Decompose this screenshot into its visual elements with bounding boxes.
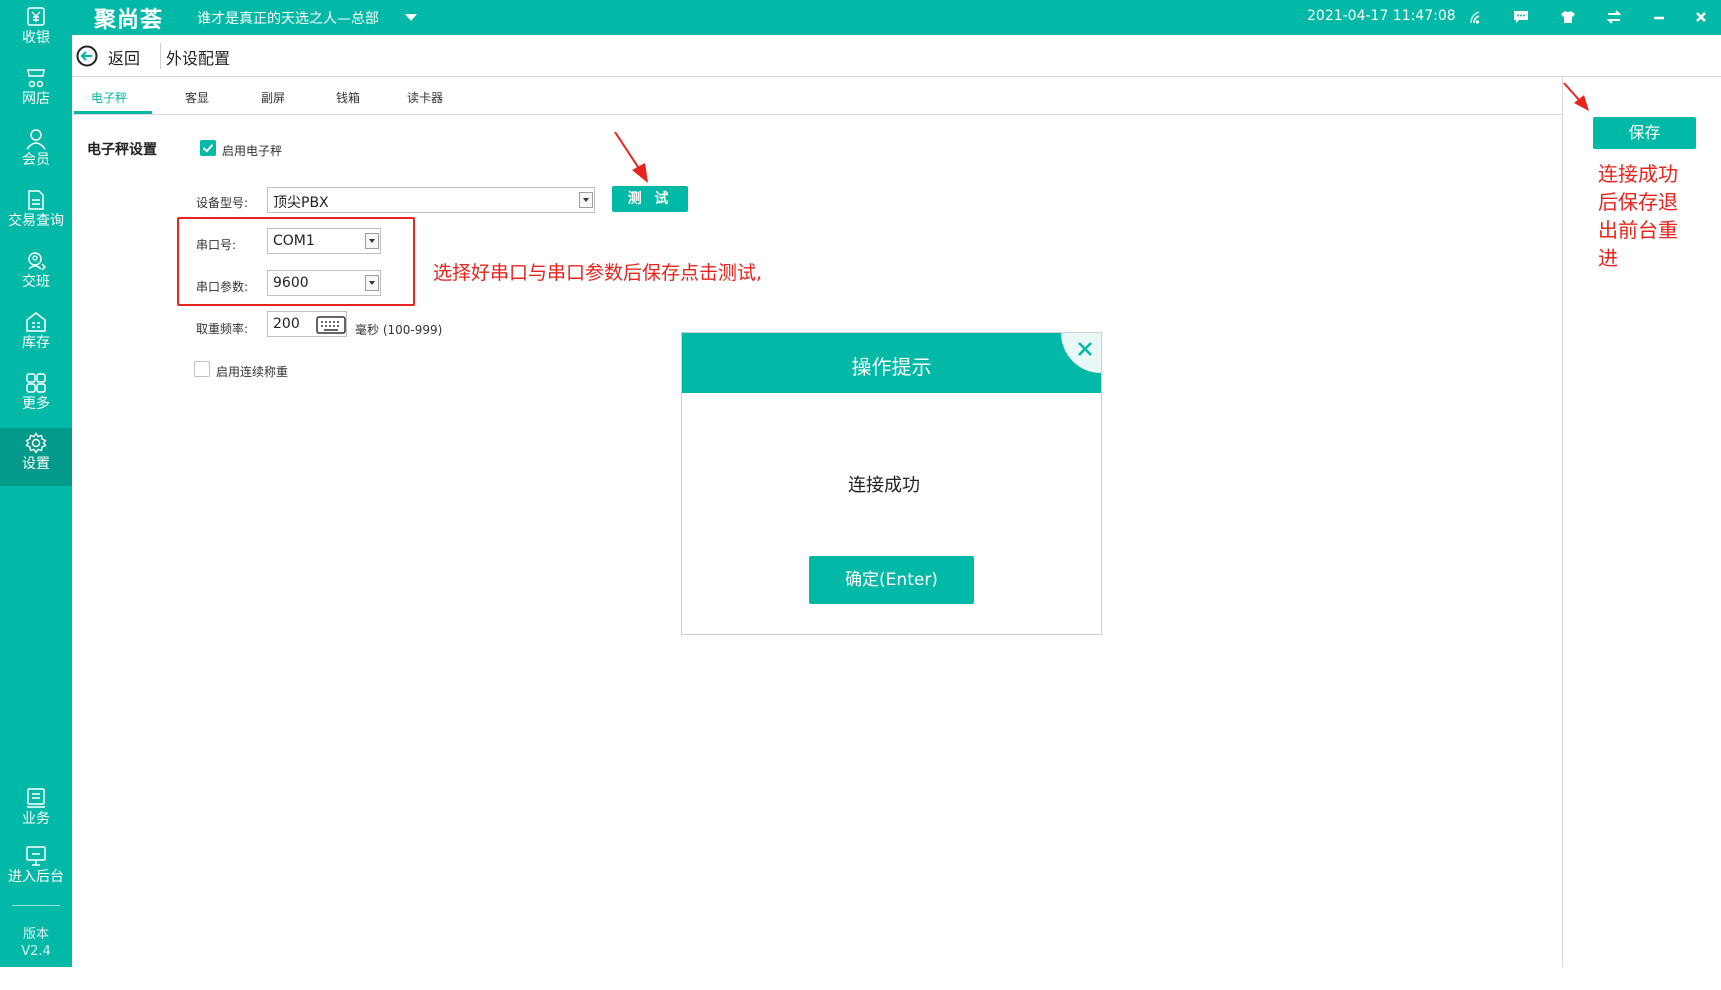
frequency-hint: 毫秒 (100-999)	[355, 323, 443, 337]
header-divider	[160, 43, 161, 69]
sidebar-item-label: 交班	[22, 274, 50, 290]
current-datetime: 2021-04-17 11:47:08	[1307, 8, 1456, 24]
panel-divider	[1562, 77, 1563, 967]
sidebar-item-backend[interactable]: 进入后台	[0, 841, 72, 899]
continuous-weighing-checkbox[interactable]	[194, 361, 210, 377]
sidebar-item-transactions[interactable]: 交易查询	[0, 185, 72, 243]
close-icon[interactable]	[1690, 6, 1712, 28]
dialog-header: 操作提示	[682, 333, 1101, 393]
sidebar-item-inventory[interactable]: 库存	[0, 307, 72, 365]
confirm-button[interactable]: 确定(Enter)	[809, 556, 974, 604]
shirt-icon[interactable]	[1557, 6, 1579, 28]
back-arrow-icon[interactable]	[76, 45, 98, 67]
message-icon[interactable]	[1510, 6, 1532, 28]
dialog-title: 操作提示	[851, 355, 932, 379]
minimize-icon[interactable]	[1648, 6, 1670, 28]
device-model-select[interactable]: 顶尖PBX	[267, 187, 595, 213]
chevron-down-icon[interactable]	[579, 192, 593, 208]
device-model-value: 顶尖PBX	[273, 195, 329, 211]
keyboard-icon[interactable]	[316, 315, 346, 335]
online-store-icon	[0, 67, 72, 91]
tab-cash-drawer[interactable]: 钱箱	[336, 89, 360, 106]
peripheral-tabs: 电子秤 客显 副屏 钱箱 读卡器	[72, 77, 1562, 115]
sidebar-item-label: 收银	[22, 30, 50, 46]
tab-customer-display[interactable]: 客显	[185, 89, 209, 106]
sidebar-item-shift[interactable]: 交班	[0, 246, 72, 304]
sidebar-item-more[interactable]: 更多	[0, 368, 72, 426]
store-dropdown-caret-icon[interactable]	[405, 14, 417, 21]
tab-scale[interactable]: 电子秤	[91, 89, 127, 106]
more-grid-icon	[0, 372, 72, 396]
sidebar-item-label: 会员	[22, 152, 50, 168]
app-window: 聚尚荟 谁才是真正的天选之人—总部 2021-04-17 11:47:08 收银	[0, 0, 1721, 990]
sidebar-item-label: 更多	[22, 396, 50, 412]
page-header: 返回 外设配置	[72, 35, 1721, 77]
sidebar: 收银 网店 会员 交易查询 交班 库存 更多 设置 业务 进入后台 版本 V2.…	[0, 0, 72, 967]
tab-card-reader[interactable]: 读卡器	[407, 89, 443, 106]
back-button[interactable]: 返回	[108, 45, 140, 69]
version-value: V2.4	[21, 944, 51, 959]
switch-icon[interactable]	[1603, 6, 1625, 28]
sidebar-item-label: 设置	[22, 456, 50, 472]
shift-icon	[0, 250, 72, 274]
annotation-instruction: 选择好串口与串口参数后保存点击测试,	[433, 262, 763, 284]
sidebar-divider	[12, 905, 60, 906]
test-button[interactable]: 测 试	[612, 186, 688, 212]
backend-monitor-icon	[0, 845, 72, 869]
device-model-label: 设备型号:	[196, 196, 249, 210]
annotation-highlight-box	[177, 217, 415, 306]
frequency-value: 200	[273, 316, 300, 332]
arrow-to-test-button	[614, 131, 648, 183]
dialog-message: 连接成功	[848, 475, 920, 496]
active-tab-indicator	[74, 111, 152, 114]
sidebar-item-online-store[interactable]: 网店	[0, 63, 72, 121]
sidebar-item-member[interactable]: 会员	[0, 124, 72, 182]
arrow-to-save-button	[1563, 82, 1589, 111]
tab-secondary-screen[interactable]: 副屏	[261, 89, 285, 106]
business-icon	[0, 787, 72, 811]
version-label: 版本	[22, 927, 49, 942]
sidebar-item-label: 业务	[22, 811, 50, 827]
enable-scale-checkbox[interactable]	[200, 140, 216, 156]
continuous-weighing-label: 启用连续称重	[216, 365, 289, 379]
frequency-label: 取重频率:	[196, 322, 249, 336]
top-bar: 聚尚荟 谁才是真正的天选之人—总部 2021-04-17 11:47:08	[0, 0, 1721, 35]
brand-logo: 聚尚荟	[94, 8, 164, 33]
version-info: 版本 V2.4	[0, 926, 72, 960]
operation-prompt-dialog: 操作提示 连接成功 确定(Enter)	[681, 332, 1102, 635]
sidebar-item-cashier[interactable]: 收银	[0, 2, 72, 60]
member-icon	[0, 128, 72, 152]
annotation-save-note: 连接成功后保存退出前台重进	[1598, 162, 1678, 270]
sidebar-item-business[interactable]: 业务	[0, 783, 72, 841]
inventory-icon	[0, 311, 72, 335]
sidebar-item-label: 网店	[22, 91, 50, 107]
store-selector[interactable]: 谁才是真正的天选之人—总部	[197, 8, 379, 28]
sidebar-item-label: 库存	[22, 335, 50, 351]
wifi-signal-icon	[1466, 6, 1488, 28]
sidebar-item-settings[interactable]: 设置	[0, 428, 72, 486]
sidebar-item-label: 进入后台	[8, 869, 64, 885]
cashier-icon	[0, 6, 72, 30]
checkmark-icon	[202, 144, 214, 153]
sidebar-item-label: 交易查询	[8, 213, 64, 229]
enable-scale-label: 启用电子秤	[222, 144, 283, 158]
page-title: 外设配置	[164, 45, 230, 69]
save-button[interactable]: 保存	[1593, 117, 1696, 149]
settings-gear-icon	[0, 432, 72, 456]
dialog-close-icon[interactable]	[1075, 339, 1095, 359]
section-title: 电子秤设置	[87, 142, 157, 158]
page-title-text: 外设配置	[166, 49, 231, 68]
transaction-icon	[0, 189, 72, 213]
